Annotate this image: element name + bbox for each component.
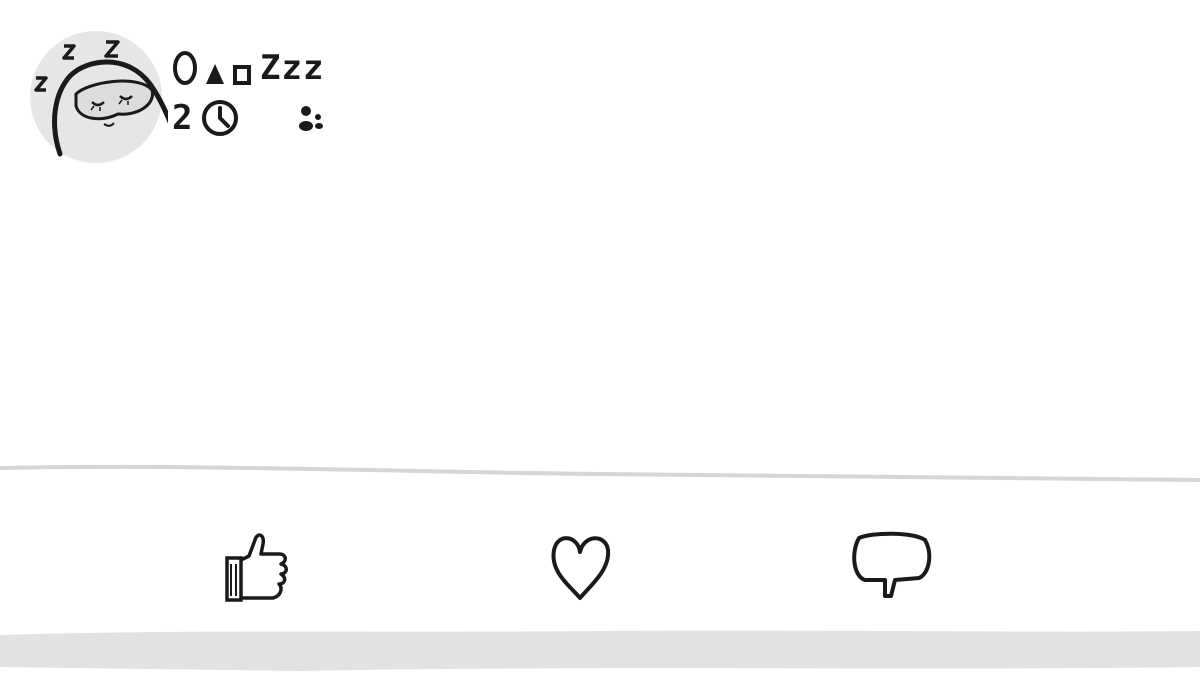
circle-shape-icon <box>173 51 197 85</box>
author-name-symbols <box>172 50 252 86</box>
post-time[interactable]: 2 <box>172 101 192 135</box>
love-button[interactable] <box>530 520 630 610</box>
like-button[interactable] <box>205 520 305 610</box>
comment-button[interactable] <box>838 520 938 610</box>
triangle-shape-icon <box>206 64 224 84</box>
speech-bubble-icon <box>852 531 932 598</box>
post-card: Zzz 2 <box>0 0 1200 679</box>
post-meta: Zzz 2 <box>172 48 336 138</box>
heart-icon <box>551 536 611 600</box>
sleeping-face-icon <box>30 31 173 163</box>
author-name-text: Zzz <box>260 48 325 88</box>
friends-icon[interactable] <box>256 98 336 138</box>
author-name[interactable]: Zzz <box>172 48 336 88</box>
square-shape-icon <box>233 65 251 85</box>
divider <box>0 464 1200 482</box>
post-header: Zzz 2 <box>24 24 336 169</box>
avatar[interactable] <box>18 24 173 169</box>
post-content <box>0 175 1200 460</box>
action-bar <box>0 500 1200 620</box>
clock-icon <box>202 100 239 136</box>
post-info: 2 <box>172 98 336 138</box>
bottom-band <box>0 630 1200 671</box>
thumbs-up-icon <box>225 533 288 602</box>
